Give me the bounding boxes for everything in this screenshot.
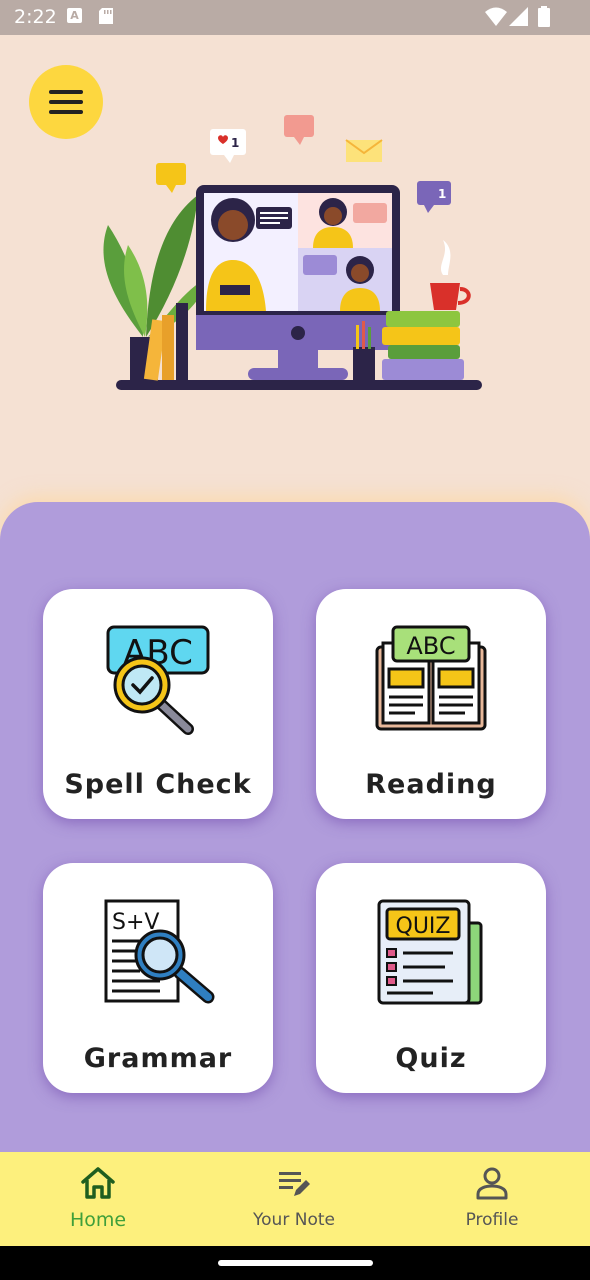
wifi-icon — [485, 7, 507, 26]
grammar-icon: S+V — [104, 899, 215, 1004]
status-time: 2:22 — [14, 6, 57, 28]
quiz-label: Quiz — [395, 1043, 467, 1074]
reading-icon-text: ABC — [406, 632, 455, 660]
a-notification-icon: A — [67, 8, 82, 23]
battery-icon — [538, 6, 550, 27]
nav-home[interactable]: Home — [0, 1152, 196, 1246]
grammar-label: Grammar — [83, 1043, 233, 1074]
quiz-icon: QUIZ — [377, 899, 483, 1005]
reading-label: Reading — [365, 769, 497, 800]
home-gesture-pill[interactable] — [218, 1260, 373, 1266]
quiz-icon-text: QUIZ — [396, 914, 451, 939]
hamburger-menu-icon — [49, 90, 83, 114]
spell-check-card[interactable]: ABC Spell Check — [43, 589, 273, 819]
spell-check-icon: ABC — [106, 625, 210, 735]
bottom-nav: Home Your Note Profile — [0, 1152, 590, 1246]
bubble-count-2: 1 — [438, 187, 446, 201]
reading-book-icon: ABC — [375, 625, 487, 731]
sd-card-icon — [99, 8, 113, 24]
nav-your-note-label: Your Note — [253, 1210, 335, 1230]
home-icon — [81, 1167, 115, 1199]
status-bar: 2:22 A — [0, 0, 590, 35]
grammar-card[interactable]: S+V Grammar — [43, 863, 273, 1093]
online-class-illustration: 1 1 — [103, 115, 482, 390]
bubble-count-1: 1 — [231, 136, 239, 150]
reading-card[interactable]: ABC Reading — [316, 589, 546, 819]
edit-note-icon — [279, 1172, 310, 1196]
nav-profile-label: Profile — [465, 1210, 519, 1230]
spell-check-label: Spell Check — [64, 769, 252, 800]
nav-profile[interactable]: Profile — [394, 1152, 590, 1246]
cell-signal-icon — [509, 7, 528, 26]
system-nav-bar — [0, 1246, 590, 1280]
quiz-card[interactable]: QUIZ Quiz — [316, 863, 546, 1093]
profile-icon — [476, 1167, 508, 1200]
nav-your-note[interactable]: Your Note — [196, 1152, 392, 1246]
nav-home-label: Home — [69, 1209, 127, 1231]
